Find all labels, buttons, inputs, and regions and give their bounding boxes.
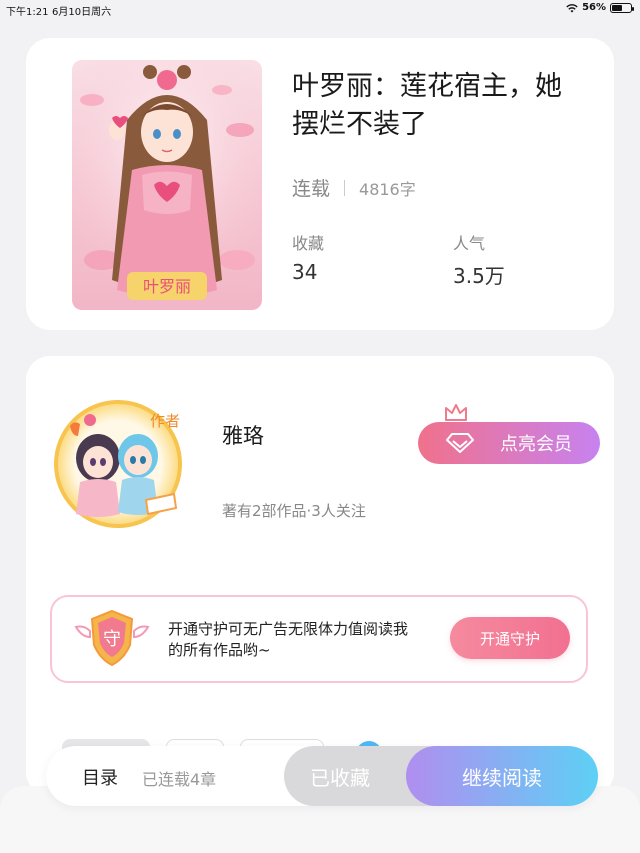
guard-promo: 守 开通守护可无广告无限体力值阅读我的所有作品哟~ 开通守护: [50, 595, 588, 683]
collect-value: 34: [292, 260, 318, 284]
battery-percent: 56%: [582, 2, 606, 13]
status-bar: 下午1:21 6月10日周六 56%: [0, 0, 640, 18]
popularity-value: 3.5万: [453, 264, 505, 288]
light-up-vip-button[interactable]: 点亮会员: [418, 422, 600, 464]
collect-stat: 收藏 34: [292, 230, 324, 284]
book-word-count: 4816字: [359, 179, 416, 199]
avatar-badge-text: 作者: [150, 412, 180, 430]
wifi-icon: [566, 3, 578, 12]
popularity-stat: 人气 3.5万: [453, 230, 505, 289]
toc-chapter-count[interactable]: 已连载4章: [142, 766, 216, 790]
book-cover[interactable]: 叶罗丽: [72, 60, 262, 310]
book-info-card: 叶罗丽 叶罗丽：莲花宿主，她摆烂不装了 连载 4816字 收藏 34 人气 3.…: [26, 38, 614, 330]
diamond-icon: [446, 433, 474, 453]
book-meta: 连载 4816字: [292, 174, 416, 201]
battery-icon: [610, 2, 634, 13]
guard-text: 开通守护可无广告无限体力值阅读我的所有作品哟~: [168, 620, 409, 659]
popularity-label: 人气: [453, 234, 486, 253]
battery-fill: [612, 4, 623, 11]
status-date: 6月10日周六: [52, 7, 112, 18]
author-works-info: 著有2部作品·3人关注: [222, 502, 366, 520]
collect-label: 收藏: [292, 234, 325, 253]
cover-logo-text: 叶罗丽: [143, 277, 191, 296]
author-name[interactable]: 雅珞: [222, 420, 264, 450]
toc-button[interactable]: 目录: [82, 764, 118, 790]
book-title: 叶罗丽：莲花宿主，她摆烂不装了: [292, 71, 562, 140]
guard-shield-icon: 守: [74, 609, 150, 667]
status-time: 下午1:21: [6, 7, 49, 18]
bottom-action-bar: 目录 已连载4章 已收藏 继续阅读: [46, 746, 598, 806]
book-cover-image: 叶罗丽: [72, 60, 262, 310]
vip-button-label: 点亮会员: [500, 434, 572, 455]
meta-divider: [344, 179, 346, 196]
continue-reading-button[interactable]: 继续阅读: [406, 746, 598, 806]
book-status: 连载: [292, 178, 331, 200]
status-right: 56%: [566, 2, 634, 13]
guard-icon-char: 守: [103, 629, 121, 650]
crown-icon: [445, 404, 467, 421]
avatar-image: 作者: [54, 400, 182, 528]
author-avatar[interactable]: 作者: [50, 396, 186, 532]
author-card: 作者 雅珞 著有2部作品·3人关注 点亮会员 守 开通守护可无广告无限体力值阅读…: [26, 356, 614, 796]
open-guard-button[interactable]: 开通守护: [450, 617, 570, 659]
